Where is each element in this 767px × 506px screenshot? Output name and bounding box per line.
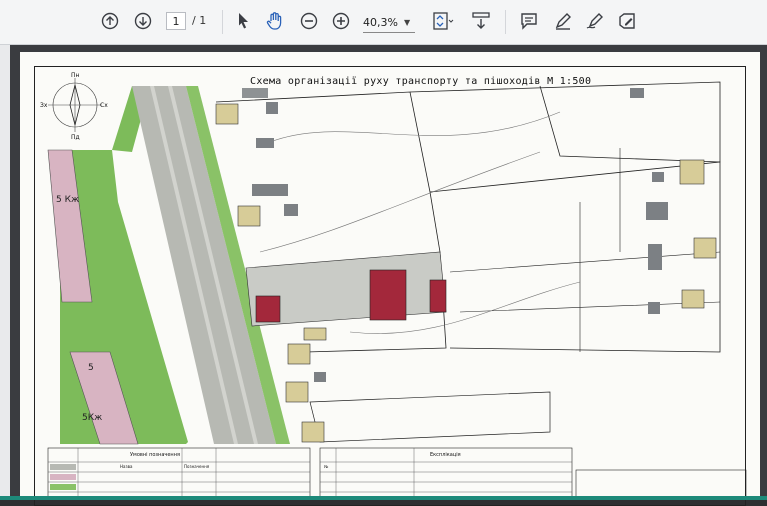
- lot-boundary: [309, 391, 551, 443]
- explication-col-no: №: [324, 464, 328, 469]
- fill-sign-icon[interactable]: [616, 8, 638, 34]
- hand-tool-icon[interactable]: [264, 8, 286, 34]
- house: [215, 103, 239, 125]
- house: [301, 421, 325, 443]
- shed: [284, 204, 298, 216]
- compass-south: Пд: [71, 134, 80, 140]
- house: [303, 327, 327, 341]
- compass-north: Пн: [71, 72, 80, 79]
- select-cursor-icon[interactable]: [234, 8, 254, 34]
- explication-header: Експлікація: [430, 452, 461, 458]
- legend-swatch: [50, 474, 76, 480]
- new-building: [255, 295, 281, 323]
- sign-icon[interactable]: [584, 8, 606, 34]
- shed: [652, 172, 664, 182]
- pdf-toolbar: 1 / 1 40,3% ▼: [0, 0, 767, 45]
- building-label: 5: [88, 363, 94, 373]
- legend-swatch: [50, 484, 76, 490]
- shed: [630, 88, 644, 98]
- legend-header: Умовні позначення: [130, 452, 180, 458]
- shed: [648, 302, 660, 314]
- house: [681, 289, 705, 309]
- zoom-out-icon[interactable]: [298, 8, 320, 34]
- new-building: [429, 279, 447, 313]
- page-up-icon[interactable]: [100, 8, 120, 34]
- zoom-value: 40,3%: [363, 15, 398, 29]
- shed: [242, 88, 268, 98]
- shed: [266, 102, 278, 114]
- scroll-mode-icon[interactable]: [470, 8, 492, 34]
- page-number-input[interactable]: 1: [166, 12, 186, 30]
- page-total: / 1: [192, 14, 207, 27]
- lot-boundary: [409, 81, 721, 163]
- lot-boundary: [449, 148, 721, 352]
- lot-boundary: [429, 161, 721, 353]
- left-panel-edge: [0, 45, 10, 500]
- highlight-pen-icon[interactable]: [552, 8, 574, 34]
- house: [285, 381, 309, 403]
- shed: [252, 184, 288, 196]
- legend-swatch: [50, 464, 76, 470]
- shed: [314, 372, 326, 382]
- shed: [646, 202, 668, 220]
- house: [679, 159, 705, 185]
- shed: [256, 138, 274, 148]
- zoom-in-icon[interactable]: [330, 8, 352, 34]
- legend-col-name: Назва: [120, 464, 133, 469]
- building-label: 5Кж: [82, 413, 102, 423]
- chevron-down-icon: ▼: [403, 17, 411, 27]
- legend-col-symbol: Позначення: [184, 464, 210, 469]
- fit-page-icon[interactable]: [430, 8, 456, 34]
- compass-east: Сх: [100, 102, 108, 109]
- taskbar-edge: [0, 496, 767, 500]
- comment-icon[interactable]: [518, 8, 540, 34]
- toolbar-divider: [222, 10, 223, 34]
- zoom-select[interactable]: 40,3% ▼: [363, 12, 415, 33]
- page-down-icon[interactable]: [133, 8, 153, 34]
- toolbar-divider: [505, 10, 506, 34]
- compass-rose: Пн Пд Зх Сх: [40, 72, 108, 140]
- shed: [648, 244, 662, 270]
- compass-west: Зх: [40, 102, 48, 109]
- site-plan-drawing: 5 Кж 5 5Кж Умовні позначення Експлікація…: [47, 81, 747, 500]
- house: [287, 343, 311, 365]
- building-label: 5 Кж: [56, 195, 79, 205]
- new-building: [369, 269, 407, 321]
- house: [693, 237, 717, 259]
- house: [237, 205, 261, 227]
